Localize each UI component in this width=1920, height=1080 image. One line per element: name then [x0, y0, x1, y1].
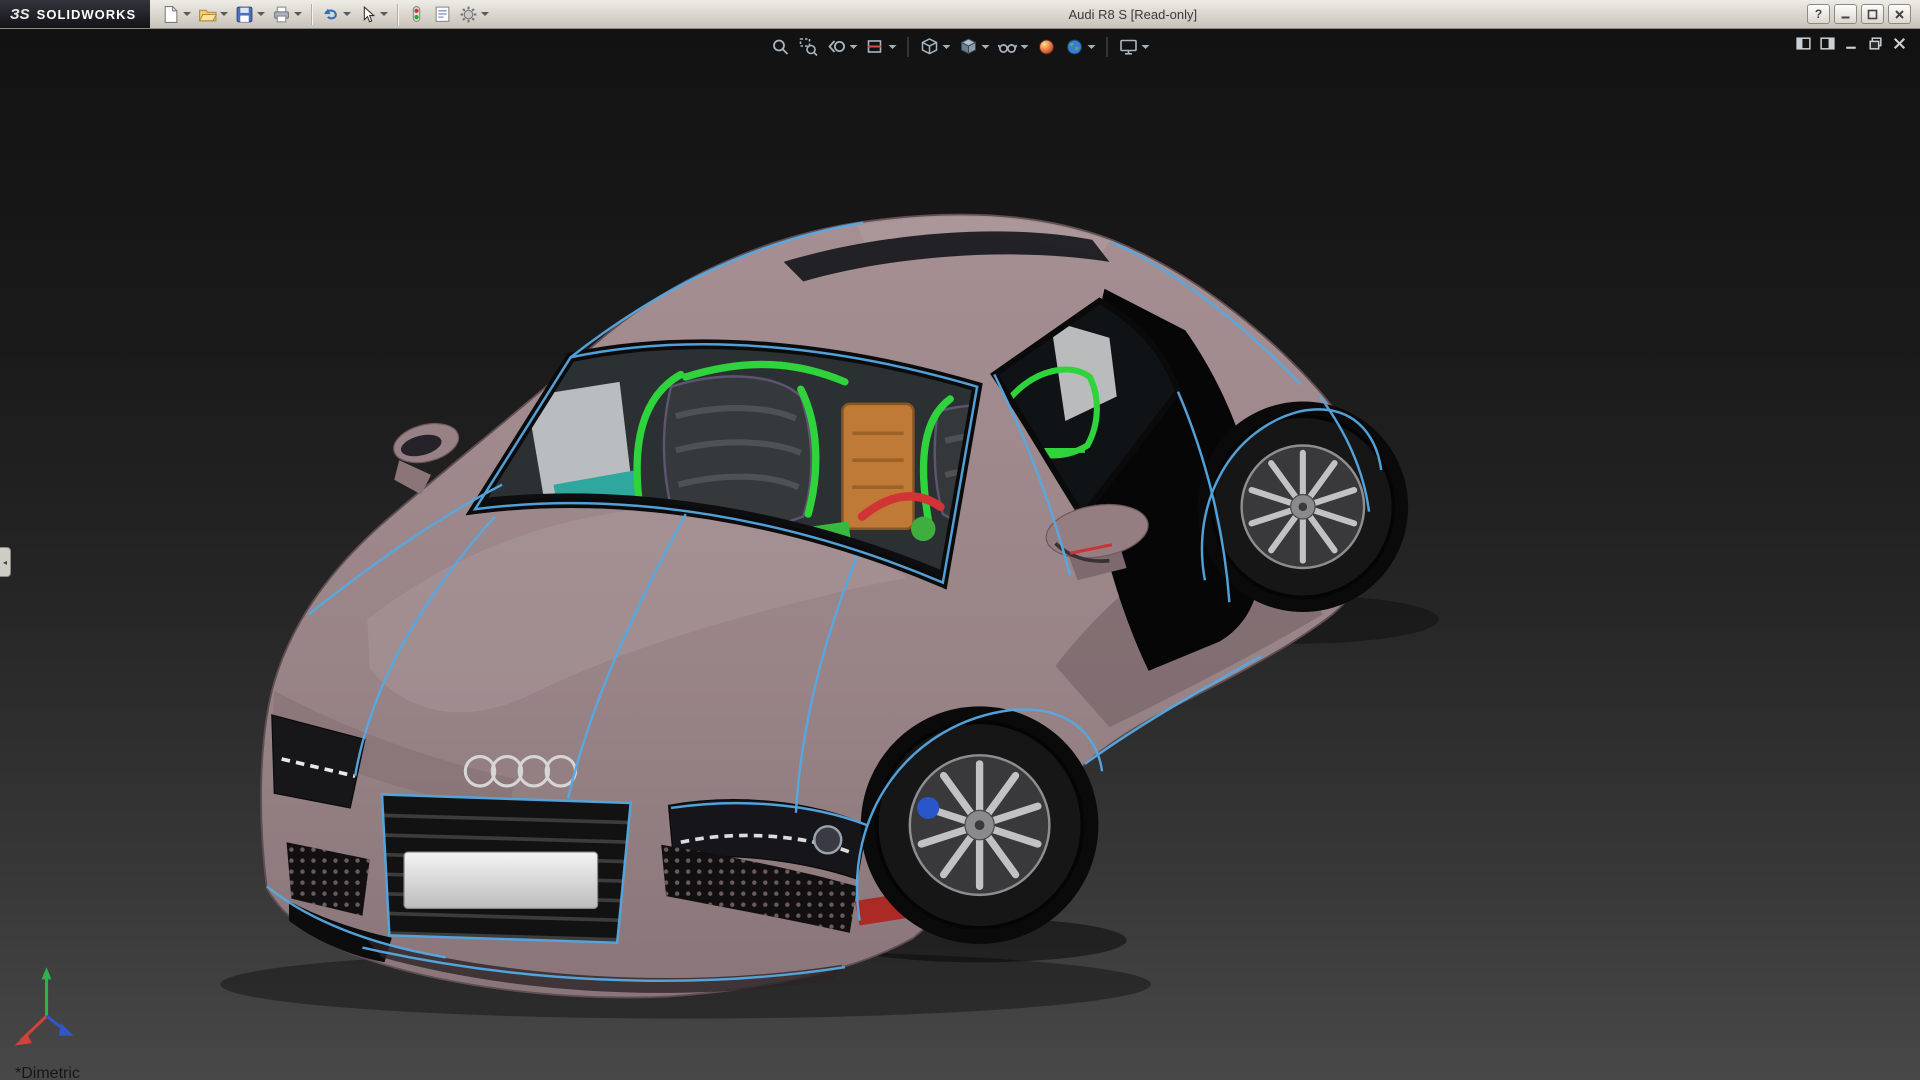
pane-left-button[interactable] [1795, 35, 1812, 52]
pane-right-button[interactable] [1819, 35, 1836, 52]
restore-document-button[interactable] [1867, 35, 1884, 52]
zoom-to-fit-icon [771, 37, 791, 57]
feature-tree-collapsed-tab[interactable]: ◂ [0, 547, 11, 577]
dropdown-caret-icon [220, 12, 228, 16]
select-button[interactable] [355, 2, 391, 27]
toolbar-separator [311, 4, 312, 25]
dropdown-caret-icon [343, 12, 351, 16]
view-orientation-cube-icon [920, 37, 940, 57]
dropdown-caret-icon [257, 12, 265, 16]
zoom-to-area-button[interactable] [796, 34, 822, 60]
open-button[interactable] [195, 2, 231, 27]
toolbar-separator [397, 4, 398, 25]
toolbar-separator [908, 37, 909, 57]
document-window-controls [1795, 35, 1908, 52]
zoom-to-area-icon [799, 37, 819, 57]
model-canvas[interactable] [0, 29, 1920, 1080]
select-cursor-icon [358, 5, 377, 24]
print-button[interactable] [269, 2, 305, 27]
solidworks-logo-icon: ЗS [10, 6, 30, 23]
rebuild-traffic-light-icon [407, 5, 426, 24]
maximize-icon [1867, 9, 1878, 20]
maximize-button[interactable] [1861, 4, 1884, 24]
rear-wheel [1198, 401, 1409, 612]
undo-button[interactable] [318, 2, 354, 27]
open-folder-icon [198, 5, 217, 24]
sheet-properties-button[interactable] [430, 2, 455, 27]
heads-up-view-toolbar [768, 34, 1153, 60]
new-document-button[interactable] [158, 2, 194, 27]
close-button[interactable] [1888, 4, 1911, 24]
dropdown-caret-icon [1088, 45, 1096, 49]
help-button[interactable]: ? [1807, 4, 1830, 24]
solidworks-logo: ЗS SOLIDWORKS [0, 0, 150, 28]
dropdown-caret-icon [1142, 45, 1150, 49]
dropdown-caret-icon [1021, 45, 1029, 49]
minimize-icon [1840, 9, 1851, 20]
car-model [220, 215, 1438, 1019]
dropdown-caret-icon [943, 45, 951, 49]
section-view-button[interactable] [863, 34, 900, 60]
minimize-document-button[interactable] [1843, 35, 1860, 52]
close-icon [1894, 9, 1905, 20]
view-settings-icon [1119, 37, 1139, 57]
standard-toolbar [150, 2, 492, 27]
dropdown-caret-icon [889, 45, 897, 49]
zoom-to-fit-button[interactable] [768, 34, 794, 60]
gear-icon [459, 5, 478, 24]
view-orientation-button[interactable] [917, 34, 954, 60]
close-document-icon [1891, 35, 1908, 52]
save-icon [235, 5, 254, 24]
minimize-button[interactable] [1834, 4, 1857, 24]
graphics-viewport: ◂ [0, 29, 1920, 1080]
display-style-icon [959, 37, 979, 57]
dropdown-caret-icon [481, 12, 489, 16]
license-plate [404, 852, 597, 908]
front-wheel [861, 706, 1099, 944]
restore-document-icon [1867, 35, 1884, 52]
dropdown-caret-icon [850, 45, 858, 49]
appearance-sphere-icon [1037, 37, 1057, 57]
undo-icon [321, 5, 340, 24]
section-view-icon [866, 37, 886, 57]
document-title: Audi R8 S [Read-only] [1068, 7, 1197, 22]
new-document-icon [161, 5, 180, 24]
hide-show-items-button[interactable] [995, 34, 1032, 60]
scene-globe-icon [1065, 37, 1085, 57]
previous-view-icon [827, 37, 847, 57]
save-button[interactable] [232, 2, 268, 27]
view-settings-button[interactable] [1116, 34, 1153, 60]
view-orientation-label: *Dimetric [15, 1065, 80, 1080]
orientation-triad [15, 967, 74, 1045]
dropdown-caret-icon [294, 12, 302, 16]
dropdown-caret-icon [183, 12, 191, 16]
dropdown-caret-icon [380, 12, 388, 16]
print-icon [272, 5, 291, 24]
toolbar-separator [1107, 37, 1108, 57]
dropdown-caret-icon [982, 45, 990, 49]
solidworks-logo-text: SOLIDWORKS [37, 7, 137, 22]
pane-right-icon [1819, 35, 1836, 52]
close-document-button[interactable] [1891, 35, 1908, 52]
previous-view-button[interactable] [824, 34, 861, 60]
display-style-button[interactable] [956, 34, 993, 60]
minimize-document-icon [1843, 35, 1860, 52]
titlebar: ЗS SOLIDWORKS [0, 0, 1920, 29]
brake-caliper [917, 797, 939, 819]
apply-scene-button[interactable] [1062, 34, 1099, 60]
glasses-icon [998, 37, 1018, 57]
edit-appearance-button[interactable] [1034, 34, 1060, 60]
chevron-left-icon: ◂ [3, 558, 7, 567]
pane-left-icon [1795, 35, 1812, 52]
rebuild-button[interactable] [404, 2, 429, 27]
app-window-controls: ? [1807, 4, 1920, 24]
sheet-properties-icon [433, 5, 452, 24]
options-button[interactable] [456, 2, 492, 27]
